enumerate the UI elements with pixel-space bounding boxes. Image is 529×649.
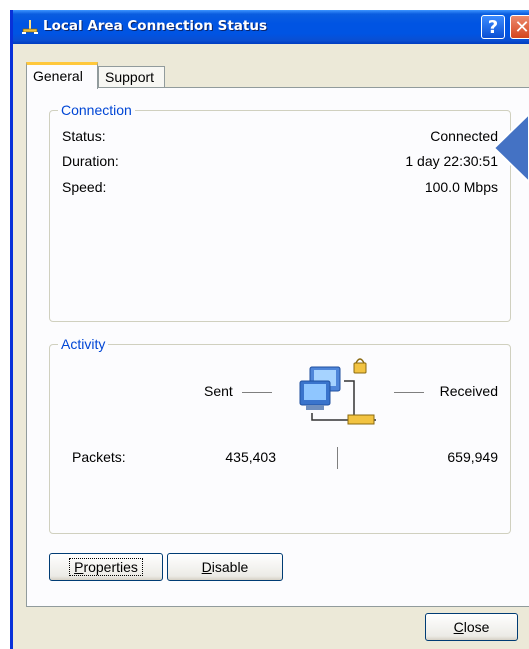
speed-value: 100.0 Mbps [424, 179, 498, 195]
connection-group-title: Connection [58, 102, 135, 118]
title-bar[interactable]: Local Area Connection Status ? ✕ [13, 10, 529, 44]
help-button[interactable]: ? [481, 15, 505, 39]
speed-label: Speed: [62, 179, 107, 195]
tab-support[interactable]: Support [98, 66, 165, 87]
close-window-button[interactable]: ✕ [510, 15, 529, 39]
connection-group: Connection Status: Connected Duration: 1… [49, 102, 511, 322]
activity-group-title: Activity [58, 336, 109, 352]
status-label: Status: [62, 128, 106, 144]
disable-button[interactable]: Disable [167, 553, 283, 581]
packets-divider [337, 447, 338, 469]
close-mnemonic: C [453, 619, 464, 635]
disable-label: isable [211, 559, 249, 575]
activity-group: Activity Sent Received Packets: 435,403 … [49, 336, 511, 534]
tab-general-label: General [33, 68, 83, 84]
window-title: Local Area Connection Status [43, 18, 268, 34]
help-icon: ? [487, 16, 499, 38]
close-label: lose [463, 619, 490, 635]
properties-button-focus: Properties [69, 558, 143, 576]
status-dialog: Local Area Connection Status ? ✕ General… [10, 10, 529, 649]
sent-line [242, 392, 272, 393]
callout-arrow-icon [492, 112, 529, 184]
status-value: Connected [430, 128, 498, 144]
tab-support-label: Support [105, 69, 155, 85]
sent-label: Sent [204, 383, 233, 399]
network-connection-icon [22, 20, 38, 34]
duration-label: Duration: [62, 153, 119, 169]
network-activity-icon [299, 358, 376, 425]
duration-value: 1 day 22:30:51 [405, 153, 498, 169]
packets-sent-value: 435,403 [225, 449, 276, 465]
close-icon: ✕ [514, 16, 529, 38]
packets-received-value: 659,949 [447, 449, 498, 465]
properties-label: roperties [83, 559, 138, 575]
general-tab-panel: Connection Status: Connected Duration: 1… [26, 87, 529, 607]
properties-button[interactable]: Properties [49, 553, 163, 581]
disable-mnemonic: D [201, 559, 212, 575]
close-button[interactable]: Close [425, 613, 518, 641]
tab-general[interactable]: General [26, 62, 98, 89]
received-line [394, 392, 424, 393]
received-label: Received [439, 383, 498, 399]
packets-label: Packets: [72, 449, 126, 465]
